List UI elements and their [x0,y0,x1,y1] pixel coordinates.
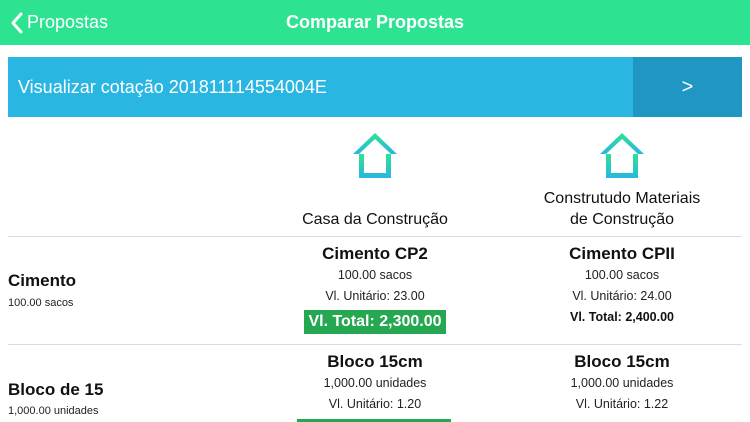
supplier-name-line-2: de Construção [569,211,675,228]
view-quote-arrow-button[interactable]: > [633,57,742,117]
item-quantity: 1,000.00 unidades [8,405,99,417]
supplier-name: Casa da Construção [302,211,448,228]
offer-cell-casa-bloco[interactable]: Bloco 15cm 1,000.00 unidades Vl. Unitári… [255,351,495,415]
supplier-header-construtudo: Construtudo Materiais de Construção [502,130,742,230]
offer-cell-construtudo-cimento[interactable]: Cimento CPII 100.00 sacos Vl. Unitário: … [502,243,742,328]
offer-unit-price: Vl. Unitário: 1.20 [328,397,422,411]
offer-quantity: 100.00 sacos [337,268,413,282]
back-button-label: Propostas [27,12,109,32]
offer-cell-construtudo-bloco[interactable]: Bloco 15cm 1,000.00 unidades Vl. Unitári… [502,351,742,415]
offer-unit-price: Vl. Unitário: 1.22 [575,397,669,411]
row-divider [8,236,742,237]
offer-product-name: Bloco 15cm [327,352,423,371]
offer-product-name: Cimento CP2 [322,244,428,263]
item-quantity: 100.00 sacos [8,297,74,309]
item-name: Bloco de 15 [8,380,104,399]
offer-unit-price: Vl. Unitário: 23.00 [325,289,425,303]
offer-quantity: 100.00 sacos [584,268,660,282]
row-divider [8,344,742,345]
back-button[interactable]: Propostas [10,0,108,45]
item-name: Cimento [8,271,76,290]
best-total-badge: Vl. Total: 2,300.00 [304,310,446,334]
offer-product-name: Bloco 15cm [574,352,670,371]
house-icon [353,133,397,178]
supplier-header-casa: Casa da Construção [255,130,495,230]
offer-total: Vl. Total: 2,400.00 [570,310,674,324]
offer-cell-casa-cimento[interactable]: Cimento CP2 100.00 sacos Vl. Unitário: 2… [255,243,495,334]
view-quote-label: Visualizar cotação 201811114554004E [18,77,327,97]
view-quote-banner[interactable]: Visualizar cotação 201811114554004E > [8,57,742,117]
house-icon [600,133,644,178]
offer-unit-price: Vl. Unitário: 24.00 [572,289,672,303]
offer-quantity: 1,000.00 unidades [570,376,674,390]
navigation-bar: Propostas Comparar Propostas [0,0,750,45]
offer-quantity: 1,000.00 unidades [323,376,427,390]
page-title: Comparar Propostas [285,12,465,32]
chevron-left-icon [11,12,23,33]
supplier-name-line-1: Construtudo Materiais [543,190,701,207]
offer-product-name: Cimento CPII [569,244,675,263]
